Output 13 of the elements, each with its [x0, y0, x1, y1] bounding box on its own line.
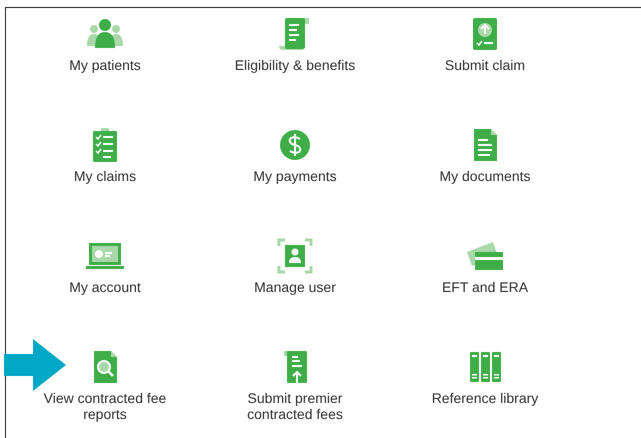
tile-link[interactable]: My account — [69, 279, 141, 295]
tile-link[interactable]: EFT and ERA — [442, 279, 528, 295]
user-badge-icon — [275, 238, 315, 274]
tile-link[interactable]: View contracted fee reports — [25, 390, 185, 422]
tile-link[interactable]: My documents — [439, 168, 531, 184]
tile-link[interactable]: Submit premier contracted fees — [215, 390, 375, 422]
tile-link[interactable]: My claims — [74, 168, 136, 184]
tile-link[interactable]: Eligibility & benefits — [234, 57, 356, 73]
tile-link[interactable]: Reference library — [432, 390, 538, 406]
tile-link[interactable]: My patients — [69, 57, 141, 73]
tile-link[interactable]: Manage user — [254, 279, 336, 295]
tile-link[interactable]: Submit claim — [444, 57, 526, 73]
tile-link[interactable]: My payments — [253, 168, 337, 184]
